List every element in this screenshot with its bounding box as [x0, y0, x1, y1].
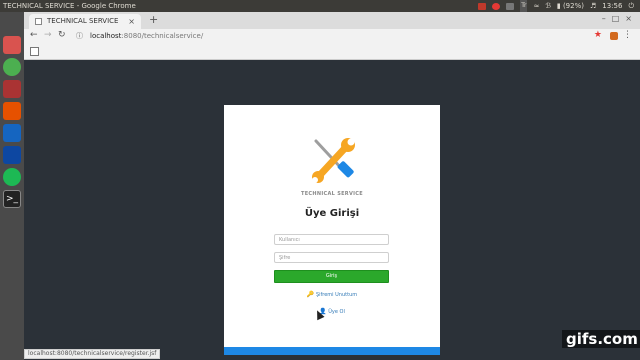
forward-icon[interactable]: → [44, 30, 52, 40]
tab-technical-service[interactable]: TECHNICAL SERVICE × [29, 14, 141, 29]
bookmark-star-icon[interactable]: ★ [594, 30, 602, 40]
keyboard-layout[interactable]: Tr [520, 0, 528, 12]
chrome-icon[interactable] [3, 58, 21, 76]
spotify-icon[interactable] [3, 168, 21, 186]
page-favicon-icon [35, 18, 42, 25]
system-tray: Tr ≈ ℬ ▮ (92%) ♬ 13:56 ⏻ [478, 0, 634, 12]
close-window-icon[interactable]: × [625, 14, 632, 23]
editor-icon[interactable] [3, 102, 21, 120]
chat-icon[interactable] [506, 2, 515, 10]
bluetooth-icon[interactable]: ℬ [545, 0, 551, 12]
maximize-icon[interactable]: □ [612, 14, 620, 23]
username-field[interactable] [274, 234, 389, 245]
power-icon[interactable]: ⏻ [628, 0, 634, 12]
tab-strip: TECHNICAL SERVICE × + – □ × [24, 12, 640, 29]
watermark: gifs.com [562, 330, 640, 348]
os-top-bar: TECHNICAL SERVICE - Google Chrome Tr ≈ ℬ… [0, 0, 640, 12]
info-icon[interactable]: ⓘ [76, 31, 83, 41]
browser-toolbar: ← → ↻ ⓘ localhost:8080/technicalservice/… [24, 29, 640, 44]
extension-icon[interactable] [610, 32, 618, 40]
wrench-screwdriver-logo [312, 138, 355, 183]
close-tab-icon[interactable]: × [128, 14, 135, 29]
address-host: localhost [90, 32, 122, 40]
apps-icon[interactable] [30, 47, 39, 56]
window-controls: – □ × [602, 14, 632, 23]
minimize-icon[interactable]: – [602, 14, 606, 23]
card-footer-bar [224, 347, 440, 355]
new-tab-button[interactable]: + [149, 13, 158, 26]
clock[interactable]: 13:56 [602, 0, 622, 12]
login-button[interactable]: Giriş [274, 270, 389, 283]
login-card: TECHNICAL SERVICE Üye Girişi Giriş 🔑 Şif… [224, 105, 440, 349]
key-icon: 🔑 [306, 291, 315, 298]
page-title: Üye Girişi [304, 208, 360, 219]
window-title: TECHNICAL SERVICE - Google Chrome [3, 2, 136, 10]
blocked-icon[interactable] [492, 2, 501, 10]
address-bar[interactable]: localhost:8080/technicalservice/ [90, 31, 203, 42]
forgot-password-label: Şifremi Unuttum [315, 292, 358, 298]
forgot-password-link[interactable]: 🔑 Şifremi Unuttum [224, 291, 440, 298]
terminal-icon[interactable]: >_ [3, 190, 21, 208]
menu-icon[interactable]: ⋮ [623, 30, 632, 40]
status-url: localhost:8080/technicalservice/register… [24, 349, 161, 359]
app-terminal-blue-icon[interactable] [3, 146, 21, 164]
battery-percent: (92%) [562, 2, 584, 10]
page-viewport: TECHNICAL SERVICE Üye Girişi Giriş 🔑 Şif… [24, 60, 640, 360]
register-label: Üye Ol [328, 309, 345, 315]
battery-icon: ▮ [556, 2, 561, 10]
password-field[interactable] [274, 252, 389, 263]
bookmarks-bar [24, 44, 640, 60]
files-icon[interactable] [3, 36, 21, 54]
wifi-icon[interactable]: ≈ [533, 0, 539, 12]
reload-icon[interactable]: ↻ [58, 30, 66, 40]
address-path: :8080/technicalservice/ [121, 32, 204, 40]
camera-icon[interactable] [478, 2, 487, 10]
launcher: >_ [0, 12, 24, 360]
tab-title: TECHNICAL SERVICE [47, 17, 119, 25]
brand-name: TECHNICAL SERVICE [301, 191, 363, 197]
register-link[interactable]: 👤 Üye Ol [224, 308, 440, 315]
browser-red-icon[interactable] [3, 80, 21, 98]
battery-status[interactable]: ▮ (92%) [557, 0, 584, 12]
app-blue-icon[interactable] [3, 124, 21, 142]
volume-icon[interactable]: ♬ [590, 0, 596, 12]
back-icon[interactable]: ← [30, 30, 38, 40]
